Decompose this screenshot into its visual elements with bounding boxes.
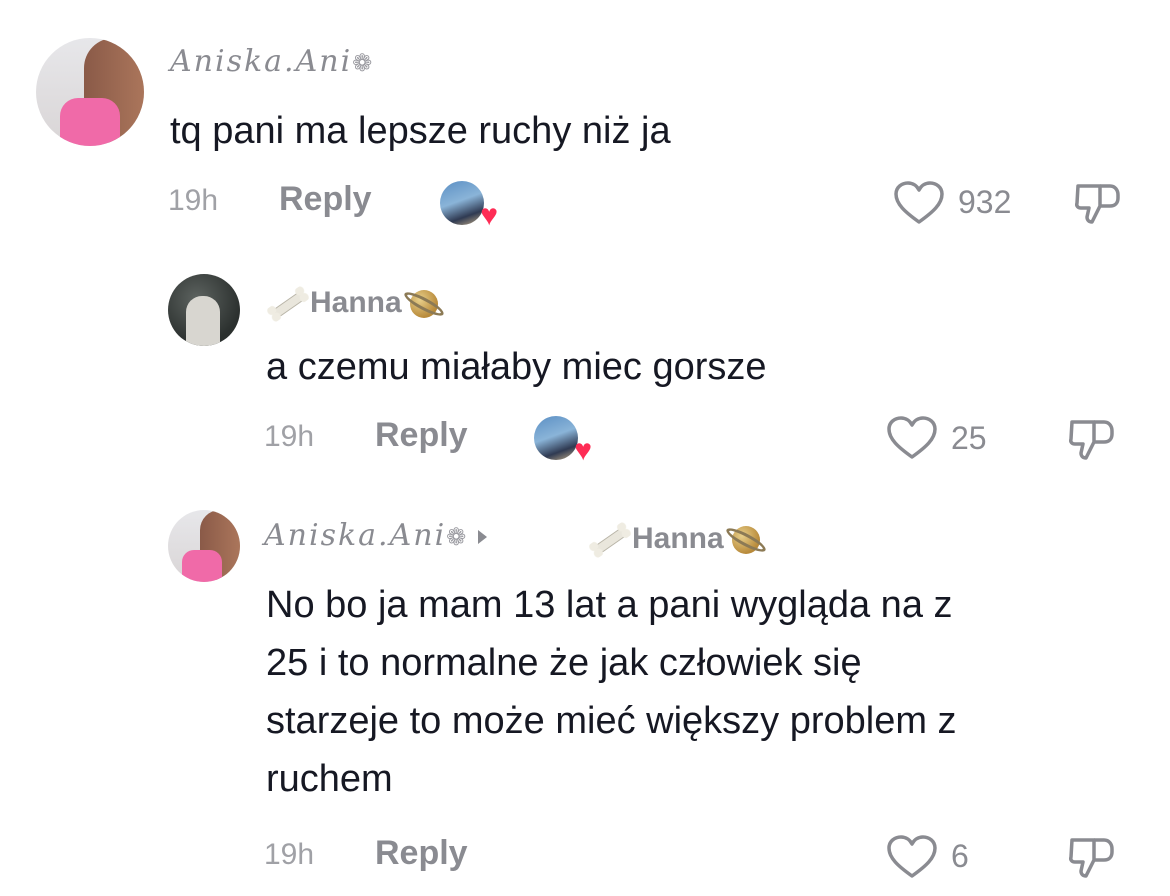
comment-text-line: ruchem (266, 758, 393, 800)
avatar-figure (186, 296, 220, 346)
comment-time: 19h (264, 420, 315, 453)
comment-username[interactable]: Aniska.Ani❁ (264, 518, 503, 553)
avatar[interactable] (168, 510, 240, 582)
comment-text-line: No bo ja mam 13 lat a pani wygląda na z (266, 584, 953, 626)
bone-icon (586, 519, 634, 561)
avatar-shirt (182, 550, 222, 582)
reply-button[interactable]: Reply (375, 416, 468, 455)
comment-time: 19h (168, 184, 219, 217)
reply-to-text: Hanna (632, 521, 724, 555)
bone-icon (264, 283, 312, 325)
dislike-icon[interactable] (1072, 180, 1124, 228)
reply-button[interactable]: Reply (279, 180, 372, 219)
heart-outline-icon[interactable] (886, 834, 938, 880)
flower-icon: ❁ (352, 49, 375, 77)
heart-icon: ♥ (574, 434, 592, 467)
dislike-icon[interactable] (1066, 834, 1118, 882)
planet-icon (724, 518, 768, 562)
comment-text-line: 25 i to normalne że jak człowiek się (266, 642, 862, 684)
heart-icon: ♥ (480, 199, 498, 232)
dislike-icon[interactable] (1066, 416, 1118, 464)
reply-arrow-icon (478, 530, 488, 544)
heart-outline-icon[interactable] (893, 180, 945, 226)
planet-icon (402, 282, 446, 326)
avatar-shirt (60, 98, 120, 146)
creator-liked-avatar: ♥ (534, 416, 592, 466)
comment-text: a czemu miałaby miec gorsze (266, 346, 767, 388)
like-count: 25 (951, 420, 987, 456)
comment-text-line: starzeje to może mieć większy problem z (266, 700, 957, 742)
like-count: 6 (951, 838, 969, 874)
username-text: Aniska.Ani (264, 518, 447, 553)
avatar[interactable] (36, 38, 144, 146)
comment-username[interactable]: Aniska.Ani❁ (170, 44, 374, 79)
reply-button[interactable]: Reply (375, 834, 468, 873)
avatar[interactable] (168, 274, 240, 346)
reply-to-username[interactable]: Hanna (588, 518, 768, 562)
comment-text: No bo ja mam 13 lat a pani wygląda na z … (266, 576, 957, 808)
username-text: Aniska.Ani (170, 44, 353, 79)
comment-username[interactable]: Hanna (266, 282, 446, 326)
creator-liked-avatar: ♥ (440, 181, 498, 231)
heart-outline-icon[interactable] (886, 415, 938, 461)
flower-icon: ❁ (446, 523, 469, 551)
like-count: 932 (958, 184, 1012, 220)
comment-text: tq pani ma lepsze ruchy niż ja (170, 110, 671, 152)
comment-time: 19h (264, 838, 315, 871)
username-text: Hanna (310, 285, 402, 319)
